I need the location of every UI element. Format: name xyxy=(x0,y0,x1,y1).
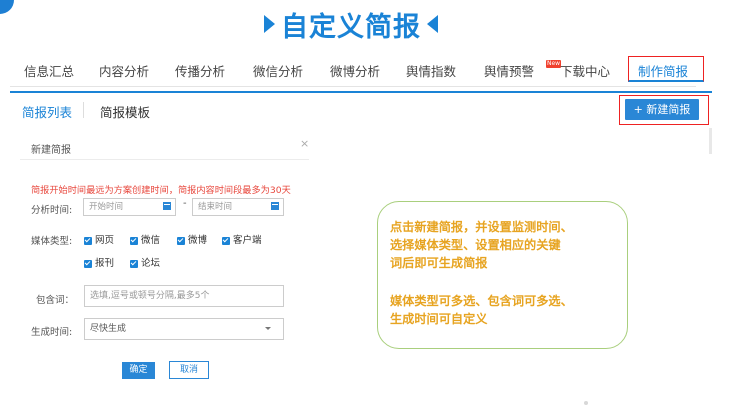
nav-item-wechat-analysis[interactable]: 微信分析 xyxy=(253,61,303,80)
generate-time-select[interactable]: 尽快生成 xyxy=(84,318,284,340)
callout-line: 媒体类型可多选、包含词可多选、 xyxy=(390,294,573,308)
include-words-label: 包含词： xyxy=(36,295,75,306)
callout-line: 生成时间可自定义 xyxy=(390,312,488,326)
callout-line: 选择媒体类型、设置相应的关键 xyxy=(390,238,561,252)
top-nav: 信息汇总 内容分析 传播分析 微信分析 微博分析 舆情指数 舆情预警 New 下… xyxy=(10,56,704,87)
nav-item-sentiment-index[interactable]: 舆情指数 xyxy=(406,61,456,80)
calendar-icon[interactable] xyxy=(271,202,279,210)
close-icon[interactable]: × xyxy=(300,137,309,150)
banner: 自定义简报 xyxy=(256,4,446,44)
nav-item-info-summary[interactable]: 信息汇总 xyxy=(24,61,74,80)
media-type-label: 媒体类型: xyxy=(31,236,73,247)
checkbox-wechat[interactable]: 微信 xyxy=(130,232,160,246)
generate-time-label: 生成时间: xyxy=(31,327,73,338)
triangle-left-icon xyxy=(427,15,438,33)
include-words-input[interactable]: 选填,逗号或顿号分隔,最多5个 xyxy=(84,285,284,307)
time-warning: 简报开始时间最远为方案创建时间，简报内容时间段最多为30天 xyxy=(31,185,291,196)
triangle-right-icon xyxy=(264,15,275,33)
end-time-placeholder: 结束时间 xyxy=(198,202,233,212)
checkbox-weibo[interactable]: 微博 xyxy=(177,232,207,246)
date-range-dash: - xyxy=(183,198,187,209)
corner-decoration xyxy=(0,0,14,14)
nav-underline xyxy=(10,91,712,93)
checked-icon xyxy=(130,259,138,268)
analysis-time-label: 分析时间: xyxy=(31,205,73,216)
nav-item-spread-analysis[interactable]: 传播分析 xyxy=(175,61,225,80)
start-time-input[interactable]: 开始时间 xyxy=(83,198,176,216)
panel-divider xyxy=(20,159,309,160)
nav-item-make-report[interactable]: 制作简报 xyxy=(638,61,688,80)
nav-item-download-center[interactable]: 下载中心 xyxy=(560,61,610,80)
checkbox-weibo-label: 微博 xyxy=(188,235,208,246)
checkbox-client-label: 客户端 xyxy=(233,235,262,246)
checkbox-wechat-label: 微信 xyxy=(141,235,161,246)
checked-icon xyxy=(177,236,185,245)
checkbox-newspaper-label: 报刊 xyxy=(95,258,115,269)
tab-report-list[interactable]: 简报列表 xyxy=(22,102,72,121)
confirm-button[interactable]: 确定 xyxy=(122,362,155,379)
checkbox-client[interactable]: 客户端 xyxy=(222,232,262,246)
checkbox-forum[interactable]: 论坛 xyxy=(130,255,160,269)
checkbox-forum-label: 论坛 xyxy=(141,258,161,269)
scrollbar-track xyxy=(709,128,712,154)
checkbox-web-label: 网页 xyxy=(95,235,115,246)
calendar-icon[interactable] xyxy=(163,202,171,210)
subtab-divider xyxy=(83,102,84,118)
include-words-placeholder: 选填,逗号或顿号分隔,最多5个 xyxy=(90,291,210,301)
caret-down-icon xyxy=(265,327,271,330)
checked-icon xyxy=(222,236,230,245)
checked-icon xyxy=(84,259,92,268)
callout-line: 词后即可生成简报 xyxy=(390,256,488,270)
end-time-input[interactable]: 结束时间 xyxy=(192,198,284,216)
checked-icon xyxy=(130,236,138,245)
nav-item-content-analysis[interactable]: 内容分析 xyxy=(99,61,149,80)
start-time-placeholder: 开始时间 xyxy=(89,202,124,212)
nav-item-sentiment-alert[interactable]: 舆情预警 xyxy=(484,61,534,80)
panel-title: 新建简报 xyxy=(31,145,71,156)
checked-icon xyxy=(84,236,92,245)
generate-time-value: 尽快生成 xyxy=(90,324,127,334)
subtab-bar: 简报列表 简报模板 + 新建简报 xyxy=(0,94,713,126)
decorative-dot xyxy=(584,401,588,405)
new-report-button[interactable]: + 新建简报 xyxy=(625,99,699,120)
tab-report-template[interactable]: 简报模板 xyxy=(100,102,150,121)
banner-title: 自定义简报 xyxy=(281,11,421,43)
nav-item-weibo-analysis[interactable]: 微博分析 xyxy=(330,61,380,80)
cancel-button[interactable]: 取消 xyxy=(169,361,209,379)
instruction-callout: 点击新建简报，并设置监测时间、 选择媒体类型、设置相应的关键 词后即可生成简报 … xyxy=(377,201,628,349)
checkbox-newspaper[interactable]: 报刊 xyxy=(84,255,114,269)
checkbox-web[interactable]: 网页 xyxy=(84,232,114,246)
new-badge: New xyxy=(546,60,561,68)
callout-line: 点击新建简报，并设置监测时间、 xyxy=(390,220,573,234)
